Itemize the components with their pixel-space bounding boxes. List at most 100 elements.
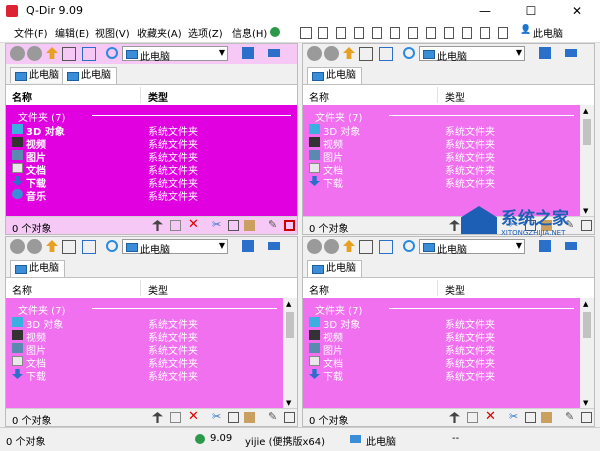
column-type[interactable]: 类型 — [445, 89, 465, 104]
address-bar[interactable]: 此电脑 ▼ — [122, 46, 228, 63]
refresh-icon[interactable] — [106, 240, 118, 252]
delete-icon[interactable]: ✕ — [485, 409, 496, 424]
back-icon[interactable] — [10, 239, 25, 254]
list-item[interactable]: 图片 系统文件夹 — [6, 149, 297, 164]
view-icon[interactable] — [62, 47, 76, 61]
list-item[interactable]: 视频 系统文件夹 — [303, 136, 580, 151]
list-item[interactable]: 3D 对象 系统文件夹 — [303, 316, 580, 331]
layout-icon[interactable] — [82, 240, 96, 254]
lightning-icon[interactable] — [449, 412, 460, 423]
tab-this-pc-1[interactable]: 此电脑 — [10, 67, 65, 83]
menu-info[interactable]: 信息(H) — [232, 25, 267, 40]
chevron-down-icon[interactable]: ▼ — [516, 48, 522, 57]
user-icon[interactable]: 👤 — [520, 25, 531, 35]
edit-icon[interactable]: ✎ — [268, 218, 279, 231]
list-item[interactable]: 文档 系统文件夹 — [303, 162, 580, 177]
list-item[interactable]: 音乐 系统文件夹 — [6, 188, 297, 203]
minimize-button[interactable]: — — [462, 0, 508, 22]
drive-icon[interactable] — [565, 49, 577, 57]
column-name[interactable]: 名称 — [12, 282, 32, 297]
maximize-button[interactable]: ☐ — [508, 0, 554, 22]
paste-icon[interactable] — [541, 412, 552, 423]
list-item[interactable]: 文档 系统文件夹 — [303, 355, 580, 370]
address-bar[interactable]: 此电脑 ▼ — [122, 239, 228, 256]
mail-icon[interactable] — [170, 220, 181, 231]
view-icon[interactable] — [62, 240, 76, 254]
copy-icon[interactable] — [525, 412, 536, 423]
lightning-icon[interactable] — [152, 412, 163, 423]
up-folder-icon[interactable] — [343, 240, 355, 252]
forward-icon[interactable] — [27, 46, 42, 61]
globe-icon[interactable] — [270, 27, 280, 37]
list-item[interactable]: 图片 系统文件夹 — [6, 342, 283, 357]
layout-grid-icon[interactable] — [300, 27, 312, 39]
list-item[interactable]: 视频 系统文件夹 — [303, 329, 580, 344]
list-item[interactable]: 文档 系统文件夹 — [6, 162, 297, 177]
delete-icon[interactable]: ✕ — [188, 217, 199, 232]
back-icon[interactable] — [307, 239, 322, 254]
close-button[interactable]: ✕ — [554, 0, 600, 22]
list-item[interactable]: 图片 系统文件夹 — [303, 342, 580, 357]
edit-icon[interactable]: ✎ — [565, 410, 576, 423]
scroll-thumb[interactable] — [583, 312, 591, 338]
delete-icon[interactable]: ✕ — [188, 409, 199, 424]
list-item[interactable]: 下载 系统文件夹 — [303, 175, 580, 190]
list-item[interactable]: 3D 对象 系统文件夹 — [303, 123, 580, 138]
tab-this-pc-2[interactable]: 此电脑 — [62, 67, 117, 84]
pane-status-text[interactable]: 0 个对象 — [12, 412, 52, 426]
forward-icon[interactable] — [324, 239, 339, 254]
cut-icon[interactable]: ✂ — [212, 218, 223, 231]
back-icon[interactable] — [307, 46, 322, 61]
properties-icon[interactable] — [284, 220, 295, 231]
monitor-icon[interactable] — [242, 240, 254, 252]
pane-status-text[interactable]: 0 个对象 — [309, 220, 349, 234]
menu-favorites[interactable]: 收藏夹(A) — [137, 25, 182, 40]
address-bar[interactable]: 此电脑 ▼ — [419, 46, 525, 63]
menu-edit[interactable]: 编辑(E) — [55, 25, 89, 40]
up-folder-icon[interactable] — [46, 240, 58, 252]
layout-4-icon[interactable] — [372, 27, 382, 39]
pane-status-text[interactable]: 0 个对象 — [12, 220, 52, 234]
scroll-down-icon[interactable]: ▼ — [583, 399, 588, 407]
mail-icon[interactable] — [170, 412, 181, 423]
lightning-icon[interactable] — [449, 220, 460, 231]
paste-icon[interactable] — [244, 412, 255, 423]
refresh-icon[interactable] — [106, 47, 118, 59]
layout-10-icon[interactable] — [480, 27, 490, 39]
drive-icon[interactable] — [268, 49, 280, 57]
column-name[interactable]: 名称 — [12, 89, 32, 104]
view-icon[interactable] — [359, 240, 373, 254]
layout-icon[interactable] — [379, 47, 393, 61]
vertical-scrollbar[interactable]: ▲ ▼ — [580, 298, 594, 409]
scroll-thumb[interactable] — [583, 119, 591, 145]
column-divider[interactable] — [140, 280, 141, 296]
column-name[interactable]: 名称 — [309, 282, 329, 297]
monitor-icon[interactable] — [242, 47, 254, 59]
refresh-icon[interactable] — [403, 240, 415, 252]
vertical-scrollbar[interactable]: ▲ ▼ — [283, 298, 297, 409]
copy-icon[interactable] — [228, 412, 239, 423]
column-type[interactable]: 类型 — [148, 89, 168, 104]
column-divider[interactable] — [140, 87, 141, 103]
monitor-icon[interactable] — [539, 47, 551, 59]
edit-icon[interactable]: ✎ — [268, 410, 279, 423]
list-item[interactable]: 3D 对象 系统文件夹 — [6, 316, 283, 331]
list-item[interactable]: 图片 系统文件夹 — [303, 149, 580, 164]
list-item[interactable]: 下载 系统文件夹 — [6, 368, 283, 383]
list-item[interactable]: 视频 系统文件夹 — [6, 136, 297, 151]
copy-icon[interactable] — [228, 220, 239, 231]
properties-icon[interactable] — [284, 412, 295, 423]
layout-icon[interactable] — [379, 240, 393, 254]
layout-9-icon[interactable] — [462, 27, 472, 39]
cut-icon[interactable]: ✂ — [212, 410, 223, 423]
drive-icon[interactable] — [268, 242, 280, 250]
layout-2-icon[interactable] — [336, 27, 346, 39]
scroll-up-icon[interactable]: ▲ — [286, 300, 291, 308]
menu-user-label[interactable]: 此电脑 — [533, 25, 563, 40]
layout-11-icon[interactable] — [498, 27, 508, 39]
scroll-thumb[interactable] — [286, 312, 294, 338]
vertical-scrollbar[interactable]: ▲ ▼ — [580, 105, 594, 217]
layout-5-icon[interactable] — [390, 27, 400, 39]
up-folder-icon[interactable] — [46, 47, 58, 59]
list-item[interactable]: 文档 系统文件夹 — [6, 355, 283, 370]
